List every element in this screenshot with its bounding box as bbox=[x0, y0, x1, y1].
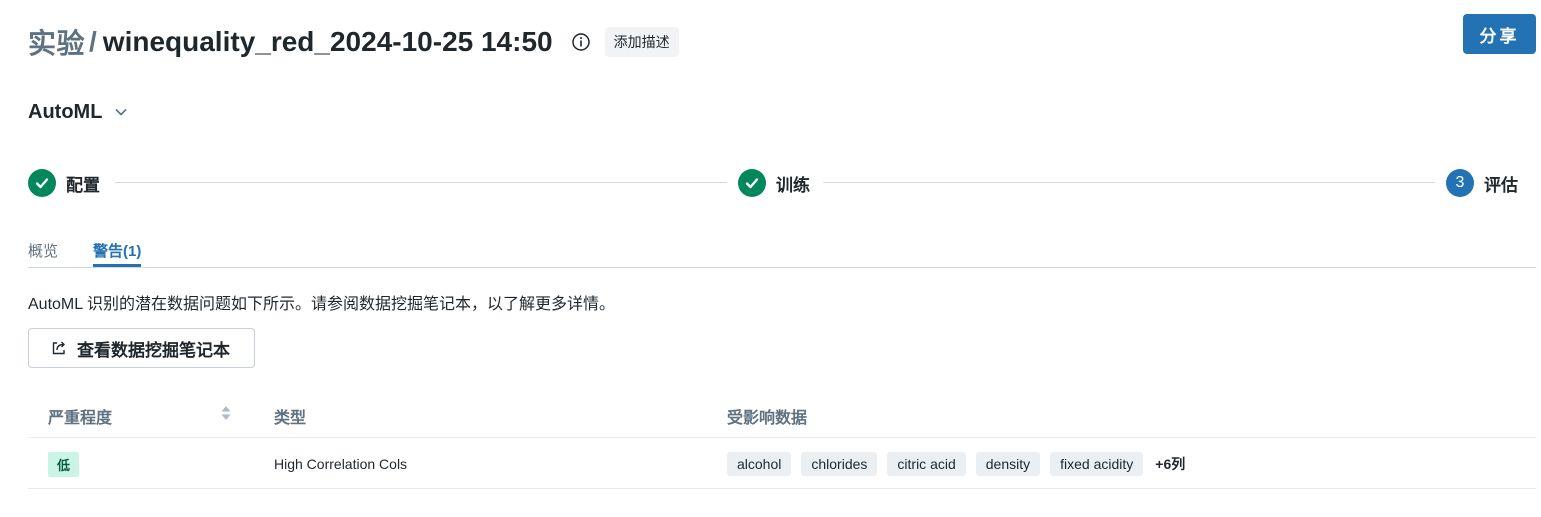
tab-bar: 概览 警告(1) bbox=[28, 236, 1536, 268]
page-title: winequality_red_2024-10-25 14:50 bbox=[102, 26, 553, 57]
breadcrumb-experiments[interactable]: 实验 bbox=[28, 22, 85, 62]
column-tag: density bbox=[975, 452, 1041, 476]
column-header-type: 类型 bbox=[274, 410, 307, 427]
column-header-severity[interactable]: 严重程度 bbox=[48, 404, 112, 428]
tab-overview[interactable]: 概览 bbox=[28, 240, 58, 267]
mode-selector-label: AutoML bbox=[28, 100, 103, 123]
column-tag: alcohol bbox=[727, 452, 792, 476]
step-label: 配置 bbox=[66, 175, 100, 195]
mode-selector[interactable]: AutoML bbox=[28, 98, 128, 126]
tab-warnings[interactable]: 警告(1) bbox=[93, 240, 142, 267]
view-notebook-label: 查看数据挖掘笔记本 bbox=[77, 340, 230, 360]
step-evaluate: 3 评估 bbox=[1446, 167, 1518, 199]
column-tag: citric acid bbox=[887, 452, 966, 476]
warning-type: High Correlation Cols bbox=[274, 456, 408, 472]
info-circle-icon[interactable] bbox=[571, 32, 591, 52]
column-tag: fixed acidity bbox=[1050, 452, 1144, 476]
step-train: 训练 bbox=[738, 167, 810, 199]
column-header-affected-data: 受影响数据 bbox=[727, 410, 808, 427]
add-description-button[interactable]: 添加描述 bbox=[604, 27, 679, 57]
table-header: 严重程度 类型 受影响数据 bbox=[28, 390, 1536, 438]
check-circle-icon bbox=[738, 169, 766, 197]
external-link-icon bbox=[51, 340, 67, 356]
view-notebook-button[interactable]: 查看数据挖掘笔记本 bbox=[28, 328, 255, 368]
column-tag: chlorides bbox=[801, 452, 878, 476]
page-header: 实验 / winequality_red_2024-10-25 14:50 添加… bbox=[28, 14, 1536, 62]
step-config: 配置 bbox=[28, 167, 100, 199]
progress-steps: 配置 训练 3 评估 bbox=[28, 167, 1536, 199]
step-connector bbox=[823, 182, 1435, 183]
step-connector bbox=[115, 182, 727, 183]
warnings-description: AutoML 识别的潜在数据问题如下所示。请参阅数据挖掘笔记本，以了解更多详情。 bbox=[28, 296, 615, 313]
chevron-down-icon bbox=[114, 105, 128, 119]
severity-badge: 低 bbox=[48, 452, 80, 477]
table-row: 低 High Correlation Cols alcohol chloride… bbox=[28, 438, 1536, 489]
share-button[interactable]: 分享 bbox=[1463, 14, 1536, 54]
step-number-badge: 3 bbox=[1446, 169, 1474, 197]
sort-icon[interactable] bbox=[220, 404, 232, 422]
warnings-table: 严重程度 类型 受影响数据 低 High Correlation Cols al… bbox=[28, 390, 1536, 489]
check-circle-icon bbox=[28, 169, 56, 197]
breadcrumb-separator: / bbox=[89, 26, 97, 57]
affected-columns: alcohol chlorides citric acid density fi… bbox=[727, 452, 1185, 476]
step-label: 评估 bbox=[1484, 175, 1518, 195]
more-columns-link[interactable]: +6列 bbox=[1155, 454, 1185, 474]
step-label: 训练 bbox=[776, 175, 810, 195]
